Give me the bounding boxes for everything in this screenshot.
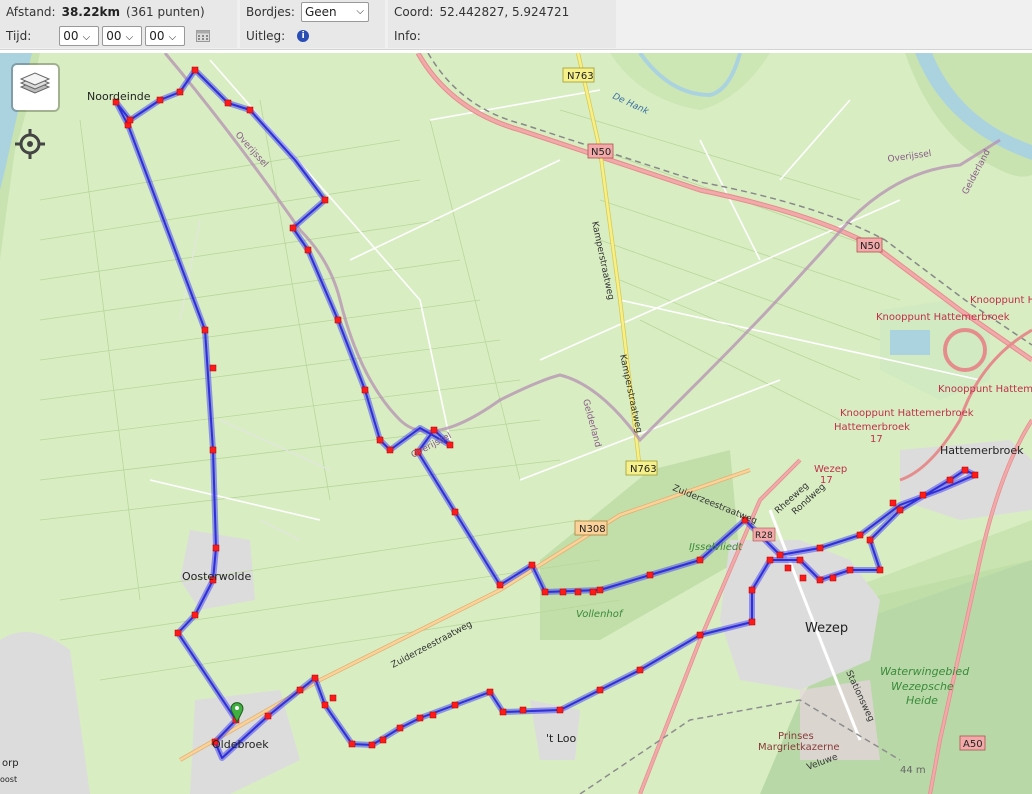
info-row: Info: [394,25,427,47]
locate-button[interactable] [14,128,46,160]
signs-label: Bordjes: [246,5,295,19]
shield-n763-mid: N763 [630,464,657,475]
waterwingebied-line3: Heide [906,694,938,707]
chevron-down-icon: ⌵ [82,32,91,43]
place-margrietkazerne: Margrietkazerne [758,742,840,753]
place-oosterwolde: Oosterwolde [182,570,251,583]
distance-value: 38.22km [61,5,121,19]
knooppunt-label-3: Knooppunt Hattemerbroek [876,312,1010,323]
calendar-icon[interactable] [196,30,211,42]
distance-row: Afstand: 38.22km (361 punten) [6,1,205,23]
place-t-loo: 't Loo [546,732,576,745]
elevation-label: 44 m [900,765,926,776]
place-prinses: Prinses [778,731,814,742]
explain-label: Uitleg: [246,29,286,43]
layers-button[interactable] [13,65,58,110]
place-hattemerbroek: Hattemerbroek [940,444,1024,457]
time-row: Tijd: 00 ⌵ 00 ⌵ 00 ⌵ [6,25,211,47]
shield-a50: A50 [963,739,983,750]
coord-row: Coord: 52.442827, 5.924721 [394,1,569,23]
time-hours-select[interactable]: 00 ⌵ [59,26,100,46]
coord-panel: Coord: 52.442827, 5.924721 Info: [388,0,616,48]
knooppunt-label-2: Knooppunt Hattemerbroek [938,384,1032,395]
time-seconds-select[interactable]: 00 ⌵ [145,26,186,46]
crosshair-icon [15,129,45,159]
place-dorp: orp [2,758,19,769]
chevron-down-icon: ⌵ [168,32,177,43]
shield-n50-a: N50 [591,147,611,158]
info-icon[interactable]: i [297,30,310,42]
place-oost: oost [0,775,17,784]
waterwingebied-line2: Wezepsche [891,680,954,693]
info-label: Info: [394,29,421,43]
knooppunt-label-4: Knooppunt Hatt [970,295,1032,306]
chevron-down-icon: ⌵ [356,6,364,17]
knooppunt-label-1: Knooppunt Hattemerbroek [840,408,974,419]
waterwingebied-line1: Waterwingebied [880,665,970,678]
distance-label: Afstand: [6,5,56,19]
chevron-down-icon: ⌵ [125,32,134,43]
junction-hattemerbroek-number: 17 [870,434,883,445]
explain-row: Uitleg: i [246,25,310,47]
toolbar: Afstand: 38.22km (361 punten) Tijd: 00 ⌵ … [0,0,1032,50]
map[interactable]: Noordeinde Oosterwolde Oldebroek 't Loo … [0,53,1032,794]
coord-value: 52.442827, 5.924721 [439,5,570,19]
signs-panel: Bordjes: Geen ⌵ Uitleg: i [240,0,385,48]
shield-r28: R28 [755,531,773,541]
time-label: Tijd: [6,29,32,43]
junction-wezep: Wezep [814,464,847,475]
place-noordeinde: Noordeinde [87,90,151,103]
place-ijsselvliedt: IJsselvliedt [689,542,743,553]
junction-hattemerbroek: Hattemerbroek [834,422,910,433]
signs-row: Bordjes: Geen ⌵ [246,1,372,23]
signs-select[interactable]: Geen ⌵ [300,2,369,22]
place-vollenhof: Vollenhof [576,609,624,620]
coord-label: Coord: [394,5,434,19]
distance-points: (361 punten) [126,5,205,19]
place-wezep: Wezep [805,621,848,636]
shield-n763-top: N763 [567,71,594,82]
shield-n50-b: N50 [860,241,880,252]
time-minutes-select[interactable]: 00 ⌵ [102,26,143,46]
shield-n308: N308 [579,524,606,535]
layers-icon [19,72,51,94]
place-oldebroek: Oldebroek [212,738,269,751]
junction-wezep-number: 17 [820,475,833,486]
distance-time-panel: Afstand: 38.22km (361 punten) Tijd: 00 ⌵ … [0,0,237,48]
